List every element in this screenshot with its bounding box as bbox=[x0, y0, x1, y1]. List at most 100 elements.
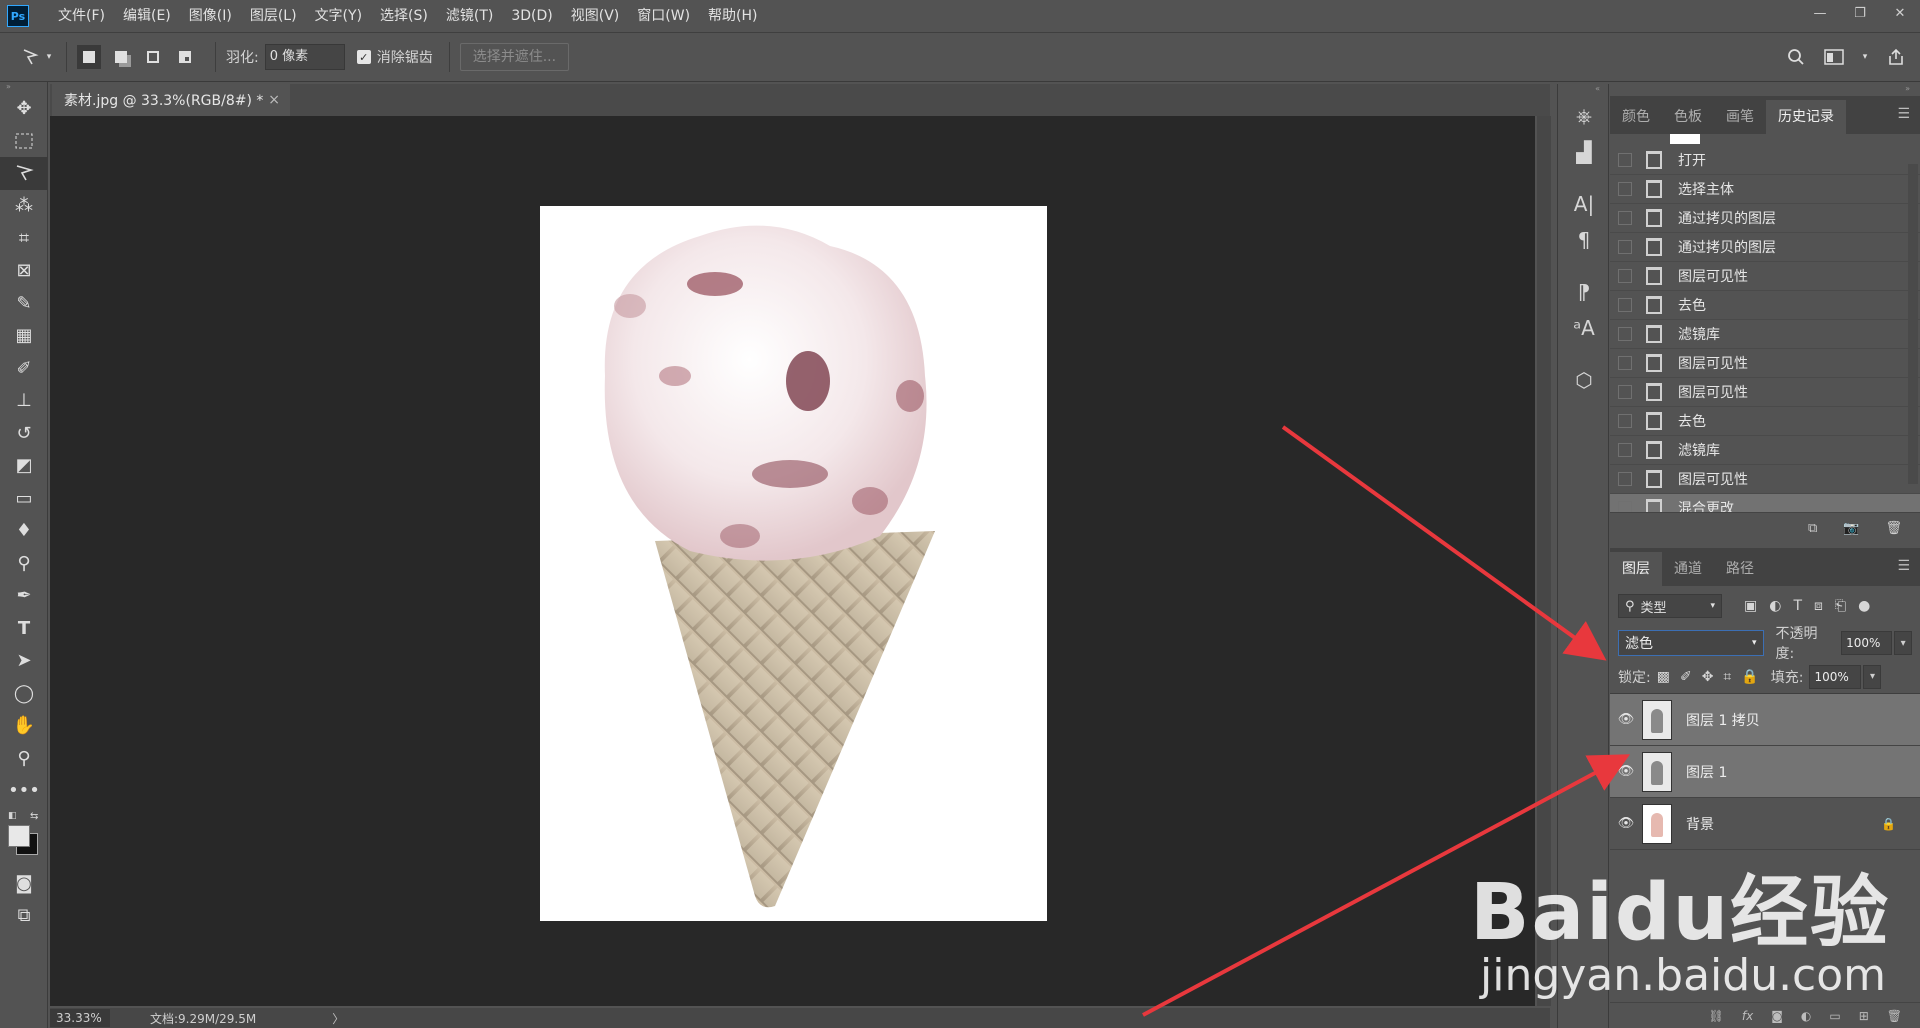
menu-layer[interactable]: 图层(L) bbox=[241, 0, 306, 32]
history-scrollbar[interactable] bbox=[1908, 164, 1918, 484]
minimize-button[interactable]: — bbox=[1800, 0, 1840, 26]
menu-3d[interactable]: 3D(D) bbox=[502, 0, 561, 32]
tab-swatches[interactable]: 色板 bbox=[1662, 100, 1714, 134]
workspace-icon[interactable] bbox=[1822, 45, 1846, 69]
feather-input[interactable]: 0 像素 bbox=[264, 44, 345, 70]
select-and-mask-button[interactable]: 选择并遮住... bbox=[459, 43, 570, 71]
new-group-icon[interactable]: ▭ bbox=[1829, 1009, 1840, 1023]
foreground-color-swatch[interactable] bbox=[8, 825, 30, 847]
history-checkbox[interactable] bbox=[1618, 153, 1632, 167]
visibility-eye-icon[interactable]: 👁 bbox=[1610, 816, 1642, 831]
lasso-tool-preset-icon[interactable] bbox=[18, 45, 42, 69]
history-item[interactable]: 图层可见性 bbox=[1610, 465, 1920, 494]
eraser-tool-icon[interactable]: ◩ bbox=[0, 450, 48, 483]
chevron-down-icon[interactable]: ▾ bbox=[1860, 45, 1870, 69]
canvas-area[interactable] bbox=[50, 116, 1535, 1006]
layer-row[interactable]: 👁 图层 1 bbox=[1610, 746, 1920, 798]
type-tool-icon[interactable]: T bbox=[0, 612, 48, 645]
history-item[interactable]: 混合更改 bbox=[1610, 494, 1920, 512]
gradient-tool-icon[interactable]: ▭ bbox=[0, 482, 48, 515]
layer-filter-select[interactable]: ⚲ 类型 ▾ bbox=[1618, 594, 1722, 618]
chevron-down-icon[interactable]: ▾ bbox=[1894, 631, 1912, 655]
collapse-icon[interactable]: » bbox=[0, 82, 47, 92]
menu-select[interactable]: 选择(S) bbox=[371, 0, 437, 32]
history-snapshot[interactable] bbox=[1640, 134, 1920, 146]
restore-button[interactable]: ❐ bbox=[1840, 0, 1880, 26]
status-menu-arrow-icon[interactable]: 〉 bbox=[332, 1010, 344, 1027]
history-item[interactable]: 图层可见性 bbox=[1610, 349, 1920, 378]
history-checkbox[interactable] bbox=[1618, 356, 1632, 370]
history-item[interactable]: 图层可见性 bbox=[1610, 262, 1920, 291]
pen-tool-icon[interactable]: ✒ bbox=[0, 580, 48, 613]
history-checkbox[interactable] bbox=[1618, 182, 1632, 196]
visibility-eye-icon[interactable]: 👁 bbox=[1610, 764, 1642, 779]
filter-toggle-icon[interactable]: ● bbox=[1858, 598, 1870, 614]
menu-type[interactable]: 文字(Y) bbox=[306, 0, 371, 32]
clone-stamp-tool-icon[interactable]: ⊥ bbox=[0, 385, 48, 418]
character-panel-icon[interactable]: A| bbox=[1558, 186, 1610, 222]
filter-smart-object-icon[interactable]: ⎗ bbox=[1835, 598, 1846, 614]
chevron-down-icon[interactable]: ▾ bbox=[42, 45, 56, 69]
magic-wand-tool-icon[interactable]: ⁂ bbox=[0, 190, 48, 223]
panel-menu-icon[interactable]: ☰ bbox=[1897, 558, 1910, 574]
history-item[interactable]: 滤镜库 bbox=[1610, 436, 1920, 465]
more-tools-icon[interactable]: ••• bbox=[0, 775, 48, 808]
history-checkbox[interactable] bbox=[1618, 385, 1632, 399]
marquee-tool-icon[interactable] bbox=[0, 125, 48, 158]
intersect-selection-button[interactable] bbox=[173, 45, 197, 69]
eyedropper-tool-icon[interactable]: ✎ bbox=[0, 287, 48, 320]
blend-mode-select[interactable]: 滤色 ▾ bbox=[1618, 630, 1764, 656]
delete-layer-icon[interactable]: 🗑 bbox=[1887, 1009, 1902, 1023]
filter-type-icon[interactable]: T bbox=[1793, 598, 1802, 614]
menu-window[interactable]: 窗口(W) bbox=[628, 0, 699, 32]
lock-all-icon[interactable]: 🔒 bbox=[1741, 669, 1758, 685]
move-tool-icon[interactable]: ✥ bbox=[0, 92, 48, 125]
document-tab[interactable]: 素材.jpg @ 33.3%(RGB/8#) * × bbox=[52, 84, 290, 116]
tab-paths[interactable]: 路径 bbox=[1714, 552, 1766, 586]
crop-tool-icon[interactable]: ⌗ bbox=[0, 222, 48, 255]
adjustment-layer-icon[interactable]: ◐ bbox=[1801, 1009, 1811, 1023]
filter-adjustment-icon[interactable]: ◐ bbox=[1769, 598, 1781, 614]
link-layers-icon[interactable]: ⛓ bbox=[1709, 1009, 1724, 1023]
history-checkbox[interactable] bbox=[1618, 269, 1632, 283]
opacity-input[interactable]: 100% bbox=[1841, 631, 1893, 655]
paragraph-panel-icon[interactable]: ¶ bbox=[1558, 222, 1610, 258]
healing-brush-tool-icon[interactable]: ▦ bbox=[0, 320, 48, 353]
new-layer-icon[interactable]: ⊞ bbox=[1859, 1009, 1869, 1023]
history-checkbox[interactable] bbox=[1618, 327, 1632, 341]
history-item[interactable]: 滤镜库 bbox=[1610, 320, 1920, 349]
history-item[interactable]: 去色 bbox=[1610, 407, 1920, 436]
menu-view[interactable]: 视图(V) bbox=[562, 0, 629, 32]
quick-mask-icon[interactable]: ◙ bbox=[0, 867, 48, 900]
history-checkbox[interactable] bbox=[1618, 443, 1632, 457]
chevron-down-icon[interactable]: ▾ bbox=[1863, 664, 1882, 689]
polygonal-lasso-tool-icon[interactable] bbox=[0, 157, 48, 190]
close-tab-icon[interactable]: × bbox=[268, 92, 280, 108]
tab-layers[interactable]: 图层 bbox=[1610, 552, 1662, 586]
new-document-from-state-icon[interactable]: ⧉ bbox=[1808, 521, 1817, 536]
add-selection-button[interactable] bbox=[109, 45, 133, 69]
layer-row[interactable]: 👁 图层 1 拷贝 bbox=[1610, 694, 1920, 746]
swap-colors-icon[interactable]: ⇆ bbox=[30, 811, 38, 822]
menu-image[interactable]: 图像(I) bbox=[180, 0, 241, 32]
panel-menu-icon[interactable]: ☰ bbox=[1897, 106, 1910, 122]
search-icon[interactable] bbox=[1784, 45, 1808, 69]
history-checkbox[interactable] bbox=[1618, 501, 1632, 512]
history-checkbox[interactable] bbox=[1618, 240, 1632, 254]
history-checkbox[interactable] bbox=[1618, 211, 1632, 225]
3d-panel-icon[interactable]: ⬡ bbox=[1558, 362, 1610, 398]
history-brush-tool-icon[interactable]: ↺ bbox=[0, 417, 48, 450]
histogram-icon[interactable]: ▟ bbox=[1558, 134, 1610, 170]
menu-file[interactable]: 文件(F) bbox=[49, 0, 114, 32]
history-item[interactable]: 去色 bbox=[1610, 291, 1920, 320]
new-snapshot-icon[interactable]: 📷 bbox=[1843, 521, 1859, 536]
lock-transparent-icon[interactable]: ▩ bbox=[1657, 669, 1670, 685]
lock-artboard-icon[interactable]: ⌗ bbox=[1723, 669, 1731, 685]
tab-channels[interactable]: 通道 bbox=[1662, 552, 1714, 586]
default-colors-icon[interactable]: ◧ bbox=[8, 811, 17, 821]
frame-tool-icon[interactable]: ⊠ bbox=[0, 255, 48, 288]
history-item[interactable]: 打开 bbox=[1610, 146, 1920, 175]
add-mask-icon[interactable]: ◙ bbox=[1771, 1009, 1783, 1023]
zoom-level-field[interactable]: 33.33% bbox=[50, 1009, 110, 1027]
hand-tool-icon[interactable]: ✋ bbox=[0, 710, 48, 743]
